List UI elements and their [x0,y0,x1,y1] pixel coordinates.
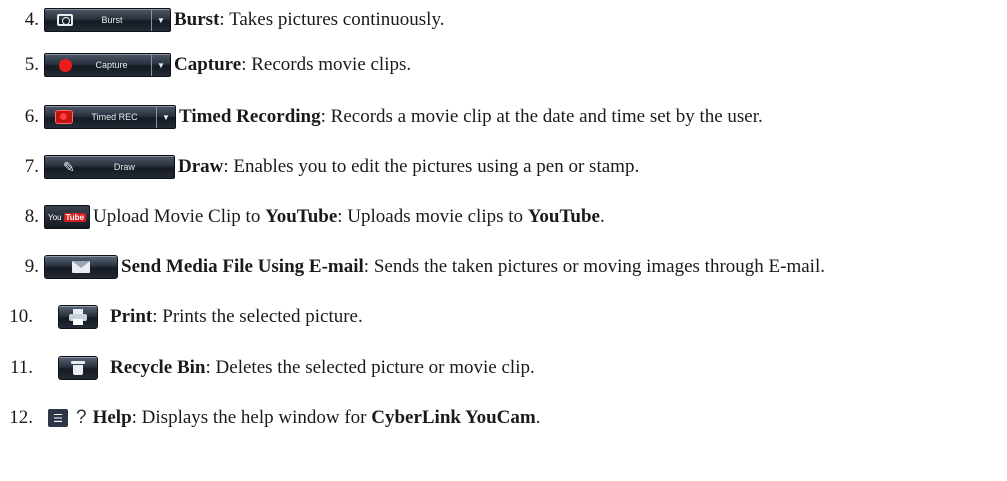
item-number: 6. [24,106,39,127]
item-number: 5. [24,54,39,75]
list-item-draw: 7. ✎ Draw Draw: Enables you to edit the … [0,152,639,182]
email-button[interactable] [44,255,118,279]
burst-button[interactable]: Burst ▼ [44,8,171,32]
record-dot-icon [59,58,72,72]
item-number: 7. [24,156,39,177]
list-item-recycle-bin: 11. Recycle Bin: Deletes the selected pi… [0,353,535,383]
item-text: : Records a movie clip at the date and t… [320,106,763,127]
item-term: Recycle Bin [110,357,206,378]
document-icon[interactable]: ☰ [48,409,68,427]
item-description: Draw: Enables you to edit the pictures u… [178,156,639,178]
item-number: 9. [24,256,39,277]
item-term: Burst [174,9,220,30]
feature-list: 4. Burst ▼ Burst: Takes pictures continu… [0,0,1007,481]
item-term: YouTube [527,206,600,227]
youtube-logo-you: You [48,212,62,222]
item-text: : Takes pictures continuously. [219,9,445,30]
recycle-bin-button[interactable] [58,356,98,380]
item-text: : Deletes the selected picture or movie … [205,357,535,378]
item-text: : Records movie clips. [241,54,412,75]
camera-icon [57,14,73,26]
item-text: . [535,407,541,428]
item-text: . [599,206,605,227]
burst-button-label: Burst [101,15,123,25]
list-item-timed-rec: 6. Timed REC ▼ Timed Recording: Records … [0,102,763,132]
item-text: : Uploads movie clips to [337,206,528,227]
item-text: : Prints the selected picture. [152,306,363,327]
list-item-capture: 5. Capture ▼ Capture: Records movie clip… [0,50,411,80]
envelope-icon [72,261,90,273]
item-term: CyberLink YouCam [371,407,536,428]
item-term: YouTube [265,206,338,227]
item-text: Upload Movie Clip to [93,206,266,227]
item-number: 4. [24,9,39,30]
pen-icon: ✎ [63,158,75,175]
help-icon[interactable]: ? [76,407,87,429]
timed-record-icon [55,110,73,124]
list-item-help: 12. ☰ ? Help: Displays the help window f… [0,403,540,433]
item-term: Help [92,407,132,428]
item-term: Capture [174,54,242,75]
item-text: : Enables you to edit the pictures using… [223,156,640,177]
item-description: Print: Prints the selected picture. [110,306,363,328]
draw-button[interactable]: ✎ Draw [44,155,175,179]
item-description: Burst: Takes pictures continuously. [174,9,444,31]
item-text: : Displays the help window for [131,407,372,428]
item-description: Capture: Records movie clips. [174,54,411,76]
item-number: 8. [24,206,39,227]
item-text: : Sends the taken pictures or moving ima… [363,256,825,277]
printer-icon [69,309,87,325]
chevron-down-icon[interactable]: ▼ [151,9,170,31]
item-term: Send Media File Using E-mail [121,256,364,277]
youtube-logo-tube: Tube [63,212,87,222]
item-term: Print [110,306,153,327]
item-term: Timed Recording [179,106,321,127]
chevron-down-icon[interactable]: ▼ [151,54,170,76]
youtube-upload-button[interactable]: You Tube [44,205,91,229]
capture-button[interactable]: Capture ▼ [44,53,171,77]
item-description: Upload Movie Clip to YouTube: Uploads mo… [93,206,605,228]
list-item-burst: 4. Burst ▼ Burst: Takes pictures continu… [0,5,444,35]
print-button[interactable] [58,305,98,329]
list-item-email: 9. Send Media File Using E-mail: Sends t… [0,252,825,282]
item-term: Draw [178,156,224,177]
item-description: Timed Recording: Records a movie clip at… [179,106,763,128]
item-number: 10. [9,306,33,327]
list-item-print: 10. Print: Prints the selected picture. [0,302,363,332]
draw-button-label: Draw [113,162,135,172]
timed-rec-button[interactable]: Timed REC ▼ [44,105,176,129]
item-description: Recycle Bin: Deletes the selected pictur… [110,357,535,379]
trash-icon [71,361,85,375]
capture-button-label: Capture [95,60,128,70]
item-number: 11. [9,357,33,378]
item-number: 12. [9,407,33,428]
help-buttons: ☰ ? [48,407,87,429]
chevron-down-icon[interactable]: ▼ [156,106,175,128]
list-item-youtube: 8. You Tube Upload Movie Clip to YouTube… [0,202,605,232]
item-description: Help: Displays the help window for Cyber… [93,407,541,429]
item-description: Send Media File Using E-mail: Sends the … [121,256,825,278]
timed-rec-button-label: Timed REC [91,112,138,122]
